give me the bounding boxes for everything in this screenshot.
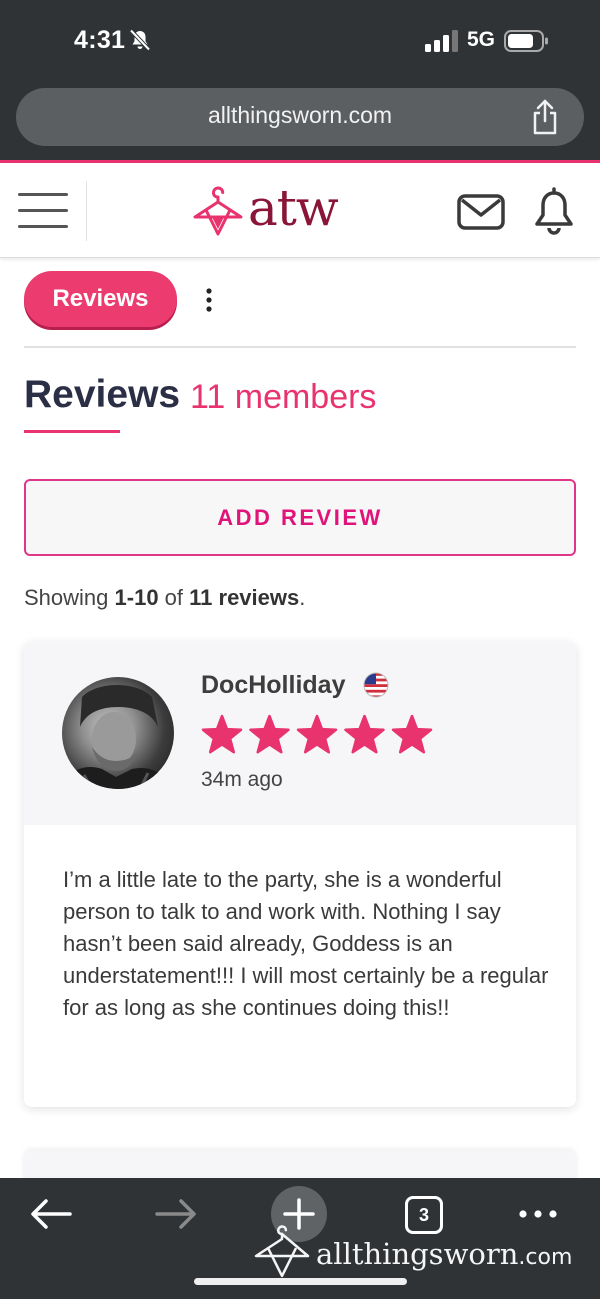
results-total: 11 reviews xyxy=(189,585,300,610)
star-icon xyxy=(249,714,290,754)
results-suffix: . xyxy=(299,585,306,610)
results-summary: Showing 1-10 of 11 reviews. xyxy=(24,585,305,611)
header-divider xyxy=(86,181,87,241)
kebab-menu-icon[interactable] xyxy=(204,288,214,312)
more-icon[interactable] xyxy=(518,1206,558,1222)
results-middle: of xyxy=(158,585,190,610)
review-time: 34m ago xyxy=(201,768,283,791)
status-time: 4:31 xyxy=(74,26,126,54)
url-text: allthingsworn.com xyxy=(207,102,393,128)
site-logo-text[interactable]: atw xyxy=(248,179,339,237)
forward-arrow-icon[interactable] xyxy=(155,1198,197,1230)
title-underline xyxy=(24,430,120,433)
menu-icon[interactable] xyxy=(18,193,68,229)
star-icon xyxy=(391,714,433,754)
network-type: 5G xyxy=(467,28,496,51)
address-bar[interactable]: allthingsworn.com xyxy=(16,88,584,146)
watermark-name: allthingsworn xyxy=(316,1237,519,1271)
divider xyxy=(24,346,576,348)
star-icon xyxy=(296,714,338,754)
page-title: Reviews xyxy=(24,373,181,416)
battery-icon xyxy=(504,30,548,52)
members-count: 11 members xyxy=(190,378,377,416)
back-arrow-icon[interactable] xyxy=(30,1198,72,1230)
results-range: 1-10 xyxy=(114,585,159,610)
share-icon[interactable] xyxy=(529,99,561,135)
watermark-tld: .com xyxy=(518,1245,573,1270)
watermark-text: allthingsworn.com xyxy=(316,1237,572,1271)
us-flag-icon xyxy=(363,672,389,698)
tab-reviews[interactable]: Reviews xyxy=(24,271,177,327)
hanger-logo-icon[interactable] xyxy=(192,183,244,239)
site-header: atw xyxy=(0,163,600,258)
avatar[interactable] xyxy=(62,677,174,789)
signal-icon xyxy=(425,30,458,52)
star-icon xyxy=(201,714,243,754)
bell-icon[interactable] xyxy=(533,187,575,235)
add-review-button[interactable]: ADD REVIEW xyxy=(24,479,576,556)
home-indicator xyxy=(194,1278,407,1285)
star-rating xyxy=(201,714,433,754)
results-prefix: Showing xyxy=(24,585,115,610)
bell-off-icon xyxy=(129,29,151,51)
review-card: DocHolliday 34m ago I’m a little late to… xyxy=(24,642,576,1107)
reviewer-name[interactable]: DocHolliday xyxy=(201,671,345,700)
mail-icon[interactable] xyxy=(457,194,505,230)
review-text: I’m a little late to the party, she is a… xyxy=(63,867,549,1020)
star-icon xyxy=(344,714,385,754)
